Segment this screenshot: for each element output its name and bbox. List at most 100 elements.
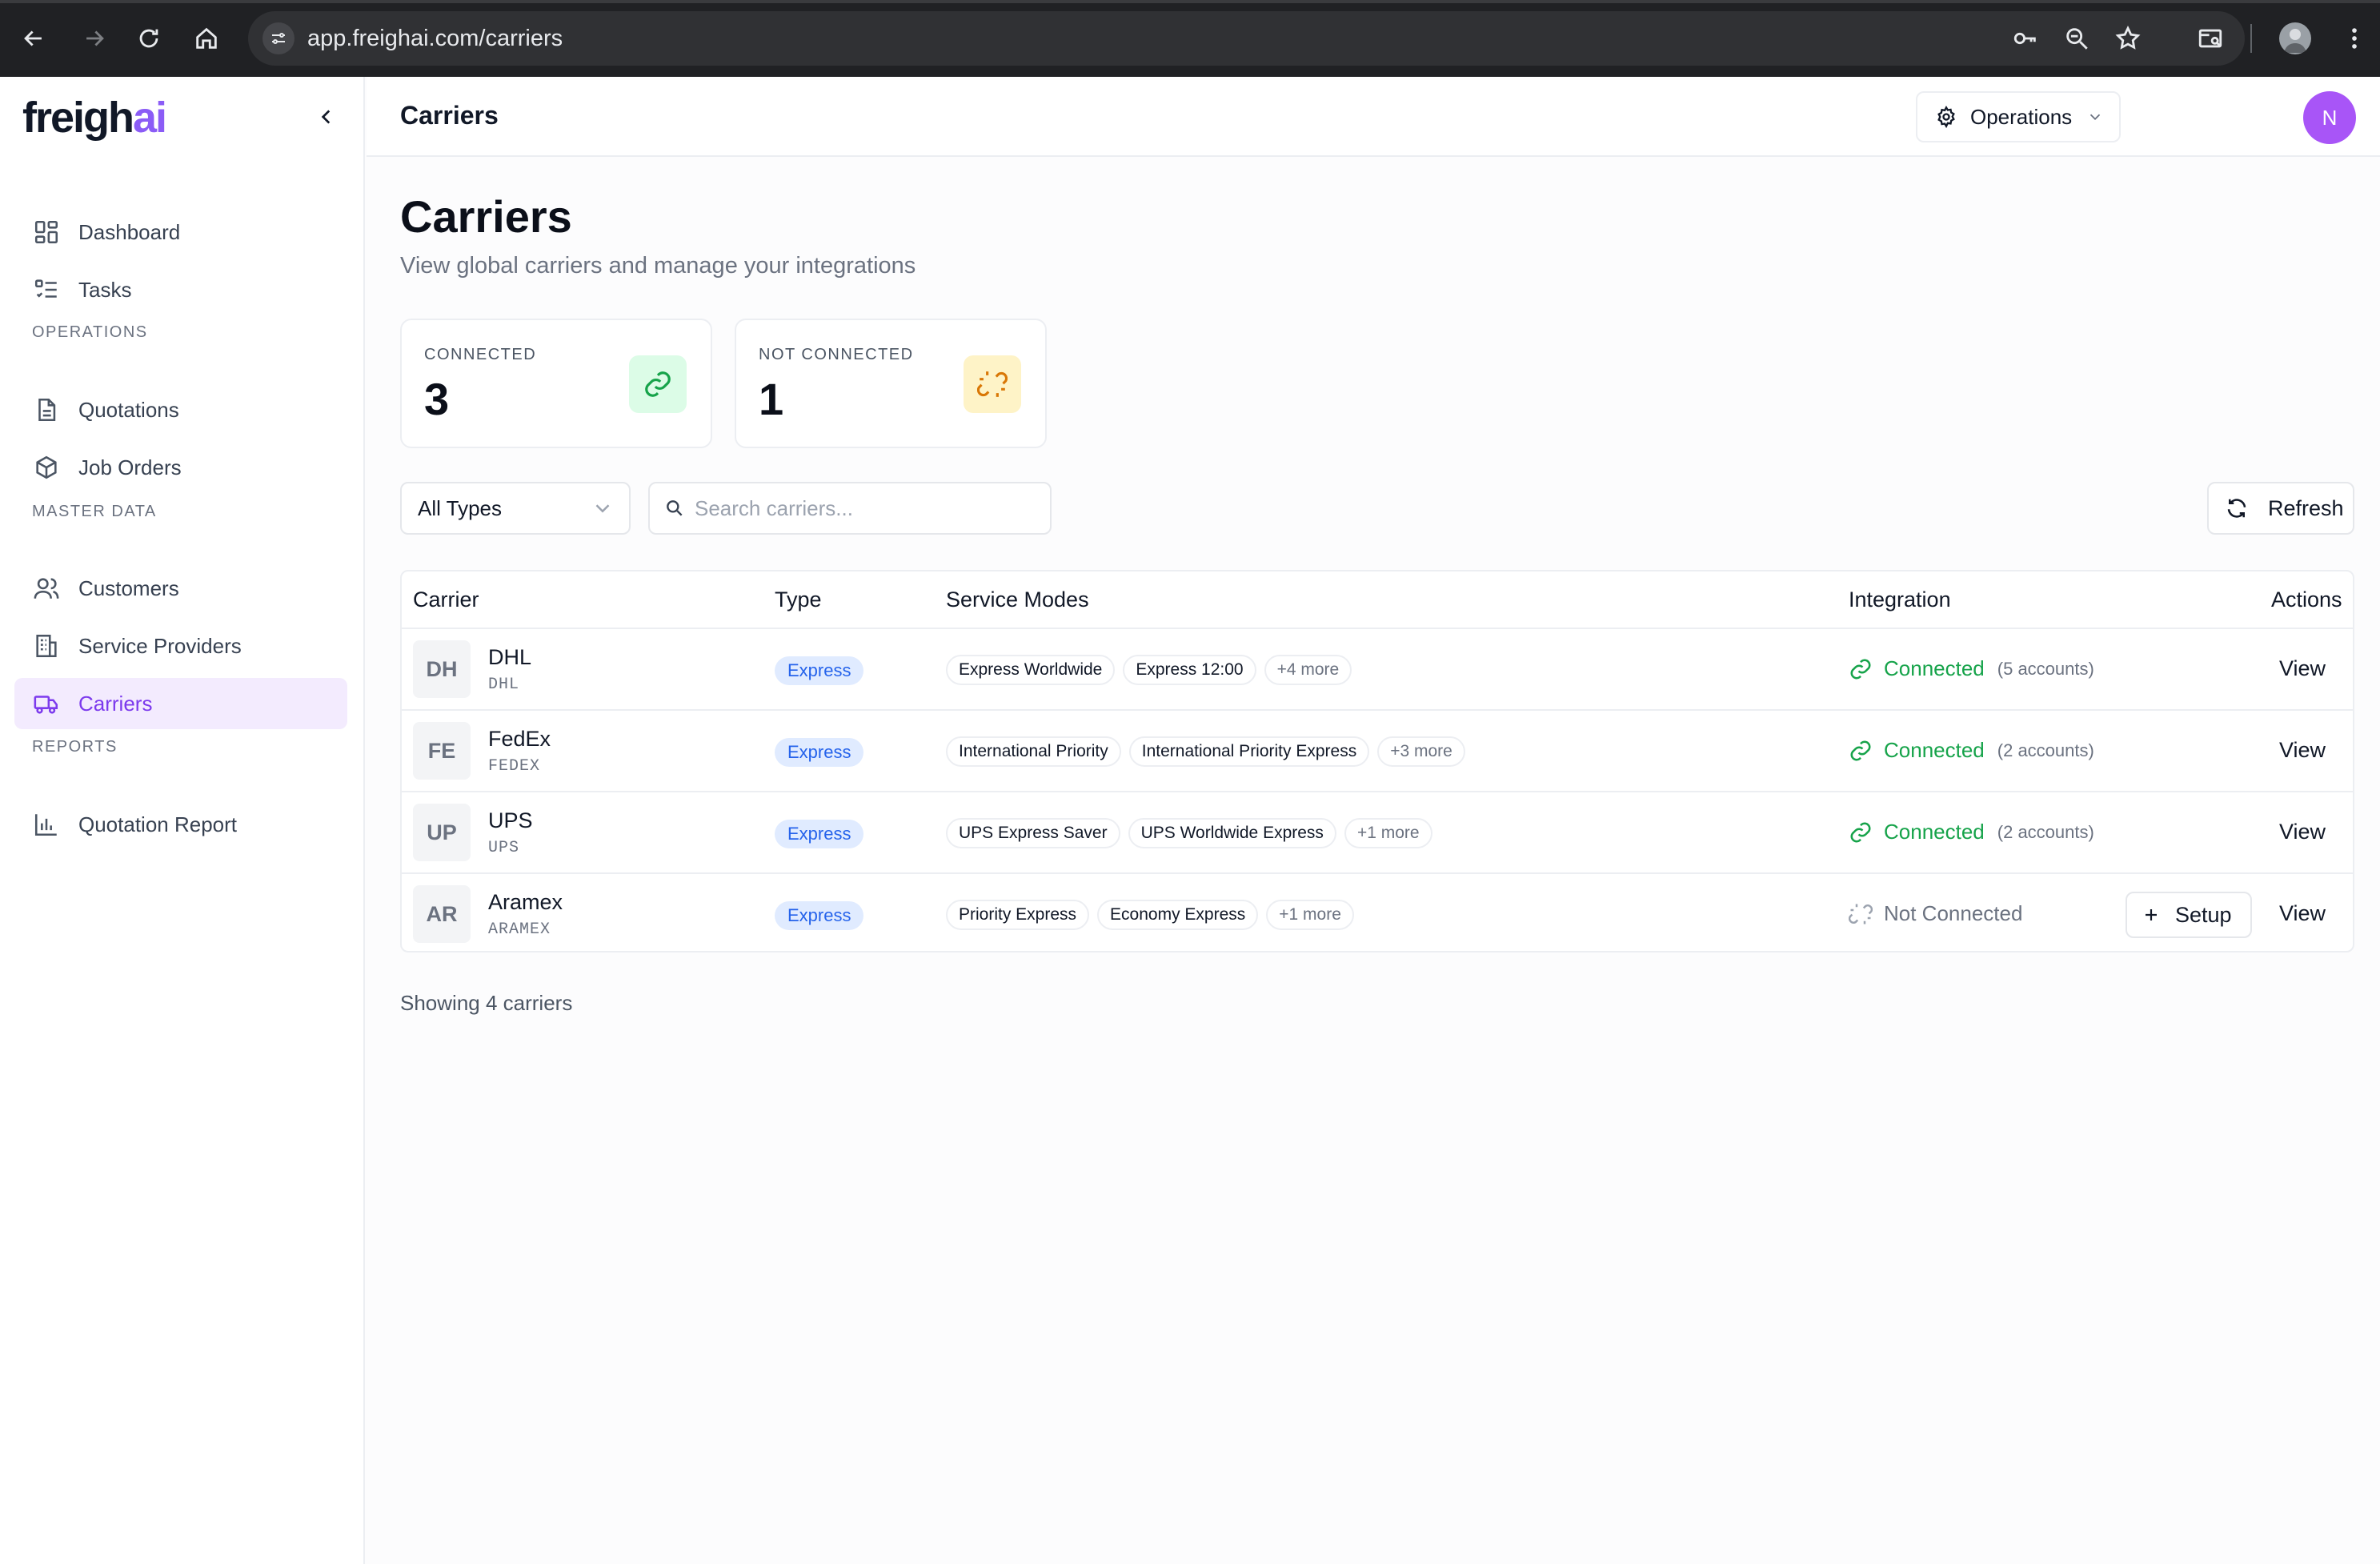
table-row[interactable]: UP UPS UPS Express UPS Express Saver UPS…	[402, 792, 2353, 874]
section-label-reports: REPORTS	[32, 738, 118, 756]
document-icon	[32, 395, 61, 424]
accounts-count: (2 accounts)	[1997, 821, 2094, 842]
service-mode-chip: Express Worldwide	[946, 655, 1116, 685]
setup-button[interactable]: Setup	[2126, 892, 2252, 938]
sidebar-item-quotations[interactable]: Quotations	[14, 384, 347, 435]
carrier-logo: AR	[413, 885, 471, 943]
refresh-icon	[2227, 499, 2246, 518]
carrier-logo: UP	[413, 804, 471, 861]
browser-menu-button[interactable]	[2335, 19, 2374, 58]
browser-tabstrip	[0, 0, 2380, 3]
view-button[interactable]: View	[2279, 820, 2326, 844]
refresh-button[interactable]: Refresh	[2207, 482, 2354, 535]
type-badge: Express	[775, 901, 864, 930]
sidebar-item-customers[interactable]: Customers	[14, 563, 347, 614]
carrier-name: FedEx	[488, 727, 551, 751]
site-settings-icon[interactable]	[262, 22, 294, 54]
top-header: Carriers Operations N	[367, 77, 2380, 157]
tab-search-button[interactable]	[2191, 19, 2230, 58]
collapse-sidebar-button[interactable]	[311, 101, 343, 133]
more-modes-chip[interactable]: +1 more	[1266, 900, 1354, 930]
arrow-left-icon	[24, 30, 42, 46]
carrier-logo: FE	[413, 722, 471, 780]
chevron-left-icon	[321, 110, 331, 124]
integration-status: Connected (2 accounts)	[1849, 820, 2094, 844]
bookmark-star-icon[interactable]	[2114, 25, 2142, 52]
bar-chart-icon	[32, 810, 61, 839]
sidebar-item-label: Quotation Report	[78, 812, 238, 836]
type-badge: Express	[775, 738, 864, 767]
accounts-count: (2 accounts)	[1997, 740, 2094, 760]
service-modes: Express Worldwide Express 12:00 +4 more	[946, 655, 1360, 685]
service-mode-chip: Economy Express	[1097, 900, 1259, 930]
carrier-name: UPS	[488, 808, 533, 832]
column-header-actions: Actions	[2271, 588, 2342, 612]
table-row[interactable]: FE FedEx FEDEX Express International Pri…	[402, 711, 2353, 792]
sidebar-item-job-orders[interactable]: Job Orders	[14, 442, 347, 493]
column-header-integration[interactable]: Integration	[1849, 588, 1951, 612]
carrier-name: DHL	[488, 645, 532, 669]
carrier-logo: DH	[413, 640, 471, 698]
type-badge: Express	[775, 656, 864, 685]
more-modes-chip[interactable]: +4 more	[1264, 655, 1352, 685]
column-header-carrier[interactable]: Carrier	[413, 588, 479, 612]
sidebar-item-tasks[interactable]: Tasks	[14, 264, 347, 315]
link-icon	[1850, 740, 1871, 760]
dashboard-icon	[32, 218, 61, 247]
more-modes-chip[interactable]: +3 more	[1377, 736, 1465, 767]
carrier-name: Aramex	[488, 890, 563, 914]
carrier-code: DHL	[488, 676, 520, 694]
page-subtitle: View global carriers and manage your int…	[400, 253, 916, 279]
home-button[interactable]	[187, 19, 226, 58]
integration-status: Connected (2 accounts)	[1849, 738, 2094, 763]
forward-button[interactable]	[75, 19, 114, 58]
sidebar-item-service-providers[interactable]: Service Providers	[14, 620, 347, 672]
more-modes-chip[interactable]: +1 more	[1344, 818, 1432, 848]
reload-button[interactable]	[130, 19, 168, 58]
app-logo[interactable]: freighai	[22, 93, 167, 142]
view-button[interactable]: View	[2279, 656, 2326, 681]
back-button[interactable]	[14, 19, 53, 58]
view-button[interactable]: View	[2279, 901, 2326, 926]
link-icon	[1850, 822, 1871, 842]
table-row[interactable]: AR Aramex ARAMEX Express Priority Expres…	[402, 874, 2353, 956]
service-modes: Priority Express Economy Express +1 more	[946, 900, 1362, 930]
carrier-code: ARAMEX	[488, 920, 551, 939]
sidebar-item-quotation-report[interactable]: Quotation Report	[14, 799, 347, 850]
address-bar[interactable]: app.freighai.com/carriers	[248, 11, 2245, 66]
search-input[interactable]	[695, 495, 1031, 521]
column-header-type[interactable]: Type	[775, 588, 822, 612]
key-icon[interactable]	[2012, 25, 2039, 52]
browser-profile-avatar[interactable]	[2279, 22, 2311, 54]
workspace-label: Operations	[1970, 104, 2073, 129]
service-mode-chip: UPS Express Saver	[946, 818, 1120, 848]
stat-value: 1	[759, 374, 784, 424]
carriers-table: Carrier Type Service Modes Integration A…	[400, 570, 2354, 952]
sidebar-item-label: Tasks	[78, 277, 132, 302]
table-row[interactable]: DH DHL DHL Express Express Worldwide Exp…	[402, 629, 2353, 711]
sidebar: freighai Dashboard Tasks OPERATIONS Quot…	[0, 77, 365, 1564]
user-avatar[interactable]: N	[2303, 91, 2356, 144]
url-text[interactable]: app.freighai.com/carriers	[307, 26, 563, 52]
integration-status: Connected (5 accounts)	[1849, 656, 2094, 681]
workspace-switcher[interactable]: Operations	[1916, 91, 2121, 142]
gear-icon	[1937, 106, 1955, 128]
type-badge: Express	[775, 820, 864, 848]
type-filter-select[interactable]: All Types	[400, 482, 631, 535]
sidebar-item-dashboard[interactable]: Dashboard	[14, 207, 347, 258]
section-label-operations: OPERATIONS	[32, 323, 148, 341]
search-field[interactable]	[648, 482, 1052, 535]
tasks-icon	[32, 275, 61, 304]
status-text: Connected	[1884, 738, 1985, 762]
integration-status: Not Connected	[1849, 901, 2022, 926]
status-text: Connected	[1884, 656, 1985, 680]
view-button[interactable]: View	[2279, 738, 2326, 763]
service-modes: International Priority International Pri…	[946, 736, 1473, 767]
stat-label: CONNECTED	[424, 346, 537, 363]
zoom-icon[interactable]	[2063, 25, 2090, 52]
column-header-service-modes[interactable]: Service Modes	[946, 588, 1089, 612]
sidebar-item-carriers[interactable]: Carriers	[14, 678, 347, 729]
service-mode-chip: Express 12:00	[1123, 655, 1256, 685]
service-mode-chip: Priority Express	[946, 900, 1090, 930]
carrier-code: FEDEX	[488, 757, 541, 776]
